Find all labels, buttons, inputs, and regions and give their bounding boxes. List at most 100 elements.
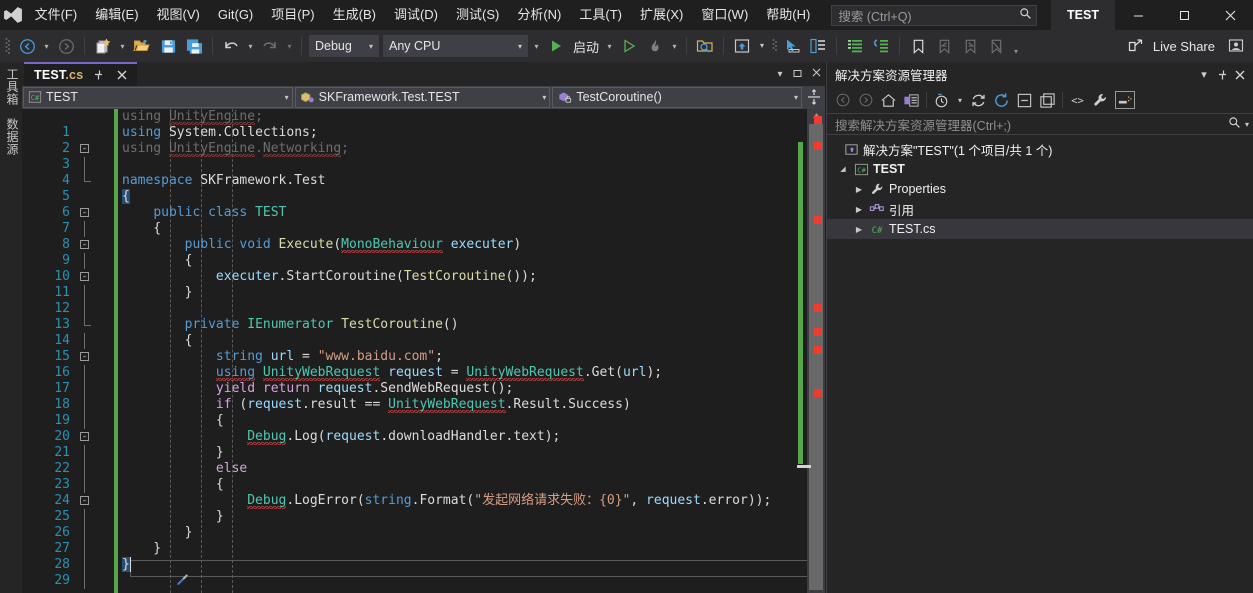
close-icon[interactable] [1231, 65, 1249, 85]
navbar-member-combo[interactable]: TestCoroutine() ▾ [552, 86, 803, 108]
live-share-label[interactable]: Live Share [1149, 39, 1219, 54]
tree-item-properties[interactable]: ▶ Properties [827, 179, 1253, 199]
code-line[interactable]: 15 { [22, 333, 192, 381]
comment-selection-icon[interactable] [842, 30, 868, 62]
account-manager-icon[interactable] [1219, 30, 1253, 62]
code-line[interactable]: 9 – public void Execute(MonoBehaviour ex… [22, 237, 521, 281]
code-line[interactable]: 22 } [22, 445, 224, 493]
platform-extra-dropdown[interactable]: ▾ [530, 30, 543, 62]
chevron-down-icon[interactable]: ▾ [1241, 120, 1249, 129]
properties-window-icon[interactable]: <> [1066, 89, 1089, 111]
expand-twisty-icon[interactable]: ▶ [851, 225, 867, 234]
code-line[interactable]: 16 string url = "www.baidu.com"; [22, 349, 443, 397]
close-group-icon[interactable] [807, 68, 825, 80]
navbar-project-combo[interactable]: C# TEST ▾ [23, 86, 293, 108]
live-share-icon[interactable] [1123, 30, 1149, 62]
redo-dropdown[interactable]: ▾ [283, 30, 296, 62]
code-line[interactable]: 17 using UnityWebRequest request = Unity… [22, 365, 662, 413]
show-all-files-icon[interactable] [1036, 89, 1059, 111]
menu-analyze[interactable]: 分析(N) [508, 0, 570, 30]
navbar-type-combo[interactable]: SKFramework.Test.TEST ▾ [294, 86, 551, 108]
menu-window[interactable]: 窗口(W) [692, 0, 757, 30]
save-icon[interactable] [155, 30, 181, 62]
open-file-icon[interactable] [129, 30, 155, 62]
menu-edit[interactable]: 编辑(E) [86, 0, 147, 30]
code-line[interactable]: 18 yield return request.SendWebRequest()… [22, 381, 513, 429]
solution-icon[interactable] [729, 30, 755, 62]
find-in-files-icon[interactable] [692, 30, 718, 62]
code-editor-surface[interactable]: 1 – using UnityEngine; 2 using System.Co… [22, 109, 825, 593]
code-line[interactable]: 20 { [22, 413, 224, 461]
menu-tools[interactable]: 工具(T) [570, 0, 631, 30]
code-line[interactable]: 21 Debug.Log(request.downloadHandler.tex… [22, 429, 560, 477]
live-visual-tree-icon[interactable] [805, 30, 831, 62]
pin-icon[interactable] [89, 66, 107, 84]
code-line[interactable]: 8 { [22, 221, 161, 269]
menu-file[interactable]: 文件(F) [26, 0, 87, 30]
solution-platform-combo[interactable]: Any CPU ▾ [383, 35, 528, 57]
back-icon[interactable] [831, 89, 854, 111]
menu-extensions[interactable]: 扩展(X) [631, 0, 692, 30]
navigate-forward-icon[interactable] [53, 30, 79, 62]
menu-git[interactable]: Git(G) [209, 0, 262, 30]
scrollbar-error-marker[interactable] [814, 304, 822, 312]
toolbar-grip[interactable] [0, 30, 14, 62]
code-line[interactable]: 24 { [22, 477, 224, 525]
bookmark-overflow-dropdown[interactable]: ▾ [1009, 30, 1023, 62]
editor-vertical-scrollbar[interactable] [797, 109, 825, 593]
tree-item-project-test[interactable]: ◢ C# TEST [827, 159, 1253, 179]
tree-item-references[interactable]: ▶ 引用 [827, 199, 1253, 219]
minimize-button[interactable] [1115, 0, 1161, 30]
hot-reload-dropdown[interactable]: ▾ [668, 30, 681, 62]
toolbar-grip-2[interactable] [769, 30, 779, 62]
code-line[interactable]: 3 using UnityEngine.Networking; [22, 141, 349, 182]
refresh-icon[interactable] [967, 89, 990, 111]
code-line[interactable]: 28 } [22, 541, 161, 589]
restore-window-icon[interactable] [789, 68, 807, 81]
split-view-icon[interactable] [803, 89, 825, 105]
menu-test[interactable]: 测试(S) [447, 0, 508, 30]
menu-help[interactable]: 帮助(H) [757, 0, 819, 30]
tree-item-solution[interactable]: 解决方案"TEST"(1 个项目/共 1 个) [827, 139, 1253, 159]
code-line[interactable]: 23 – else [22, 461, 247, 505]
scrollbar-error-marker[interactable] [814, 389, 822, 397]
solution-configuration-combo[interactable]: Debug ▾ [309, 35, 379, 57]
hot-reload-icon[interactable] [642, 30, 668, 62]
menu-view[interactable]: 视图(V) [148, 0, 209, 30]
code-line[interactable]: 19 – if (request.result == UnityWebReque… [22, 397, 631, 441]
scrollbar-error-marker[interactable] [814, 142, 822, 150]
code-line[interactable]: 7 – public class TEST [22, 205, 286, 249]
select-element-icon[interactable] [779, 30, 805, 62]
start-without-debugging-icon[interactable] [616, 30, 642, 62]
solution-explorer-icon[interactable] [900, 89, 923, 111]
navigate-back-dropdown[interactable]: ▾ [40, 30, 53, 62]
scrollbar-error-marker[interactable] [814, 346, 822, 354]
collapse-all-icon[interactable] [1013, 89, 1036, 111]
wrench-icon[interactable] [1089, 89, 1112, 111]
next-bookmark-icon[interactable] [957, 30, 983, 62]
code-line[interactable]: 11 executer.StartCoroutine(TestCoroutine… [22, 269, 537, 317]
clear-bookmarks-icon[interactable] [983, 30, 1009, 62]
pending-changes-icon[interactable] [930, 89, 953, 111]
close-button[interactable] [1207, 0, 1253, 30]
code-line[interactable]: 1 – using UnityEngine; [22, 109, 263, 153]
code-line[interactable]: 5 – namespace SKFramework.Test [22, 173, 326, 217]
pin-icon[interactable] [1213, 65, 1231, 85]
tree-item-test-cs[interactable]: ▶ C# TEST.cs [827, 219, 1253, 239]
code-line[interactable]: 6 { [22, 189, 130, 237]
solution-extra-dropdown[interactable]: ▾ [755, 30, 769, 62]
undo-dropdown[interactable]: ▾ [244, 30, 257, 62]
undo-icon[interactable] [218, 30, 244, 62]
expand-twisty-icon[interactable]: ▶ [851, 185, 867, 194]
chevron-down-icon[interactable]: ▾ [1195, 65, 1213, 85]
expand-twisty-icon[interactable]: ▶ [851, 205, 867, 214]
save-all-icon[interactable] [181, 30, 207, 62]
sync-icon[interactable] [990, 89, 1013, 111]
uncomment-selection-icon[interactable] [868, 30, 894, 62]
code-line[interactable]: 27 } [22, 525, 192, 573]
scrollbar-error-marker[interactable] [814, 216, 822, 224]
code-line[interactable]: 14 – private IEnumerator TestCoroutine() [22, 317, 459, 361]
menu-build[interactable]: 生成(B) [324, 0, 385, 30]
tab-list-dropdown-icon[interactable]: ▾ [771, 69, 789, 80]
editor-tab-test-cs[interactable]: TEST.cs [24, 62, 138, 86]
